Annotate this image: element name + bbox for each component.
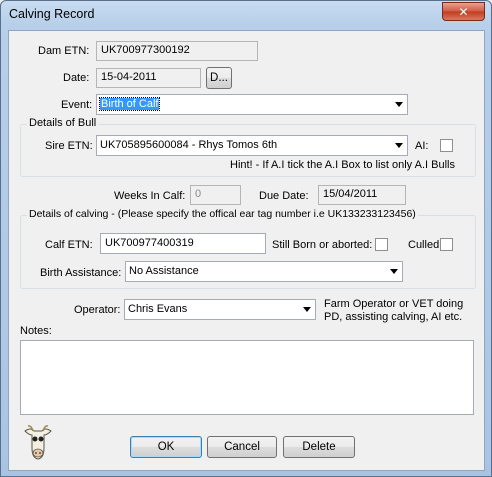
- calving-record-window: Calving Record ✕ Dam ETN: UK700977300192…: [0, 0, 492, 477]
- birth-assistance-value: No Assistance: [129, 265, 199, 277]
- chevron-down-icon: [390, 269, 398, 274]
- stillborn-checkbox[interactable]: [375, 238, 388, 251]
- date-field: 15-04-2011: [96, 68, 201, 88]
- calving-details-title: Details of calving - (Please specify the…: [27, 208, 418, 220]
- date-picker-button[interactable]: D...: [206, 67, 232, 89]
- ok-button[interactable]: OK: [130, 436, 202, 458]
- title-bar[interactable]: Calving Record ✕: [1, 1, 491, 30]
- birth-assistance-select[interactable]: No Assistance: [125, 261, 403, 282]
- calving-details-group: Details of calving - (Please specify the…: [20, 208, 476, 289]
- stillborn-label: Still Born or aborted:: [272, 239, 373, 251]
- ai-label: AI:: [415, 140, 429, 152]
- date-label: Date:: [63, 72, 90, 84]
- dialog-body: Dam ETN: UK700977300192 Date: 15-04-2011…: [8, 30, 485, 471]
- dam-etn-field: UK700977300192: [96, 41, 258, 61]
- due-date-field: 15/04/2011: [318, 185, 406, 205]
- due-date-label: Due Date:: [259, 190, 309, 202]
- delete-button[interactable]: Delete: [283, 436, 355, 458]
- notes-textarea[interactable]: [20, 340, 474, 415]
- chevron-down-icon: [395, 143, 403, 148]
- weeks-in-calf-label: Weeks In Calf:: [114, 190, 186, 202]
- bull-details-title: Details of Bull: [27, 117, 99, 129]
- dam-etn-label: Dam ETN:: [38, 45, 90, 57]
- bull-details-group: Details of Bull Sire ETN: UK705895600084…: [20, 117, 476, 177]
- sire-etn-select[interactable]: UK705895600084 - Rhys Tomos 6th: [96, 135, 408, 156]
- chevron-down-icon: [303, 307, 311, 312]
- operator-note: Farm Operator or VET doing PD, assisting…: [324, 298, 464, 323]
- event-select[interactable]: Birth of Calf: [96, 94, 408, 115]
- calf-etn-label: Calf ETN:: [45, 239, 93, 251]
- event-label: Event:: [61, 99, 93, 111]
- cow-head-icon: [22, 424, 54, 462]
- notes-label: Notes:: [20, 325, 52, 337]
- culled-checkbox[interactable]: [440, 238, 453, 251]
- birth-assistance-label: Birth Assistance:: [40, 267, 122, 279]
- ai-checkbox[interactable]: [440, 139, 453, 152]
- close-button[interactable]: ✕: [442, 2, 485, 21]
- sire-etn-value: UK705895600084 - Rhys Tomos 6th: [100, 139, 278, 151]
- operator-value: Chris Evans: [128, 303, 188, 315]
- close-icon: ✕: [458, 4, 469, 19]
- chevron-down-icon: [395, 102, 403, 107]
- event-value: Birth of Calf: [98, 97, 161, 111]
- weeks-in-calf-field: 0: [190, 185, 241, 205]
- culled-label: Culled: [408, 239, 440, 251]
- window-title: Calving Record: [9, 7, 95, 21]
- cancel-button[interactable]: Cancel: [207, 436, 277, 458]
- operator-select[interactable]: Chris Evans: [124, 299, 316, 320]
- operator-label: Operator:: [74, 304, 121, 316]
- sire-etn-label: Sire ETN:: [45, 140, 93, 152]
- calf-etn-input[interactable]: UK700977400319: [100, 233, 266, 254]
- ai-hint-text: Hint! - If A.I tick the A.I Box to list …: [230, 159, 455, 171]
